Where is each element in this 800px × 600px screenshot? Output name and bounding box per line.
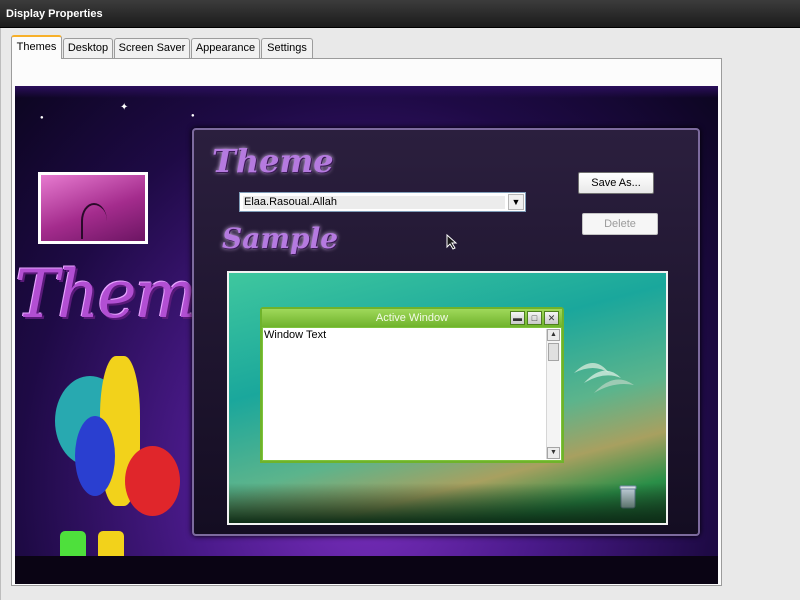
theme-heading: Theme bbox=[212, 142, 334, 180]
preview-window-title: Active Window bbox=[375, 312, 449, 324]
themes-tab-panel: ✦ ● ● ✦ ● Themes Theme Elaa.Rasoual.Alla… bbox=[11, 58, 722, 586]
window-title: Display Properties bbox=[6, 8, 103, 20]
preview-window-content: Window Text ▲ ▼ bbox=[263, 328, 561, 460]
paint-splash bbox=[125, 446, 180, 516]
paint-splash bbox=[75, 416, 115, 496]
star-icon: ✦ bbox=[120, 102, 129, 113]
star-icon: ● bbox=[40, 115, 44, 121]
scroll-up-icon: ▲ bbox=[547, 329, 560, 341]
maximize-icon: □ bbox=[527, 311, 542, 325]
preview-scrollbar: ▲ ▼ bbox=[546, 329, 560, 459]
minimize-icon: ▬ bbox=[510, 311, 525, 325]
tree-photo-frame bbox=[38, 172, 148, 244]
silhouette-ground bbox=[15, 556, 718, 584]
theme-settings-box: Theme Elaa.Rasoual.Allah ▼ Save As... De… bbox=[192, 128, 700, 536]
theme-select[interactable]: Elaa.Rasoual.Allah ▼ bbox=[239, 192, 526, 212]
preview-window-titlebar: Active Window ▬ □ ✕ bbox=[262, 309, 562, 327]
tab-themes[interactable]: Themes bbox=[11, 35, 62, 59]
tab-desktop[interactable]: Desktop bbox=[63, 38, 113, 58]
chevron-down-icon[interactable]: ▼ bbox=[508, 194, 524, 210]
scroll-down-icon: ▼ bbox=[547, 447, 560, 459]
mouse-cursor-icon bbox=[446, 234, 458, 250]
tab-screen-saver[interactable]: Screen Saver bbox=[114, 38, 190, 58]
preview-window-text: Window Text bbox=[264, 329, 327, 341]
star-icon: ● bbox=[191, 113, 195, 119]
dialog-body: Themes Desktop Screen Saver Appearance S… bbox=[0, 28, 800, 600]
title-bar[interactable]: Display Properties bbox=[0, 0, 800, 28]
scroll-thumb bbox=[548, 343, 559, 361]
theme-select-value: Elaa.Rasoual.Allah bbox=[243, 196, 505, 209]
xp-logo-icon bbox=[574, 363, 634, 393]
tree-photo-image bbox=[41, 175, 145, 241]
delete-button[interactable]: Delete bbox=[582, 213, 658, 235]
sample-heading: Sample bbox=[222, 222, 339, 255]
tab-appearance[interactable]: Appearance bbox=[191, 38, 260, 58]
recycle-bin-icon bbox=[619, 485, 637, 509]
save-as-button[interactable]: Save As... bbox=[578, 172, 654, 194]
theme-sample-preview: Active Window ▬ □ ✕ Window Text ▲ ▼ bbox=[227, 271, 668, 525]
close-icon: ✕ bbox=[544, 311, 559, 325]
tab-settings[interactable]: Settings bbox=[261, 38, 313, 58]
preview-active-window: Active Window ▬ □ ✕ Window Text ▲ ▼ bbox=[260, 307, 564, 463]
theme-artwork-background: ✦ ● ● ✦ ● Themes Theme Elaa.Rasoual.Alla… bbox=[15, 86, 718, 584]
